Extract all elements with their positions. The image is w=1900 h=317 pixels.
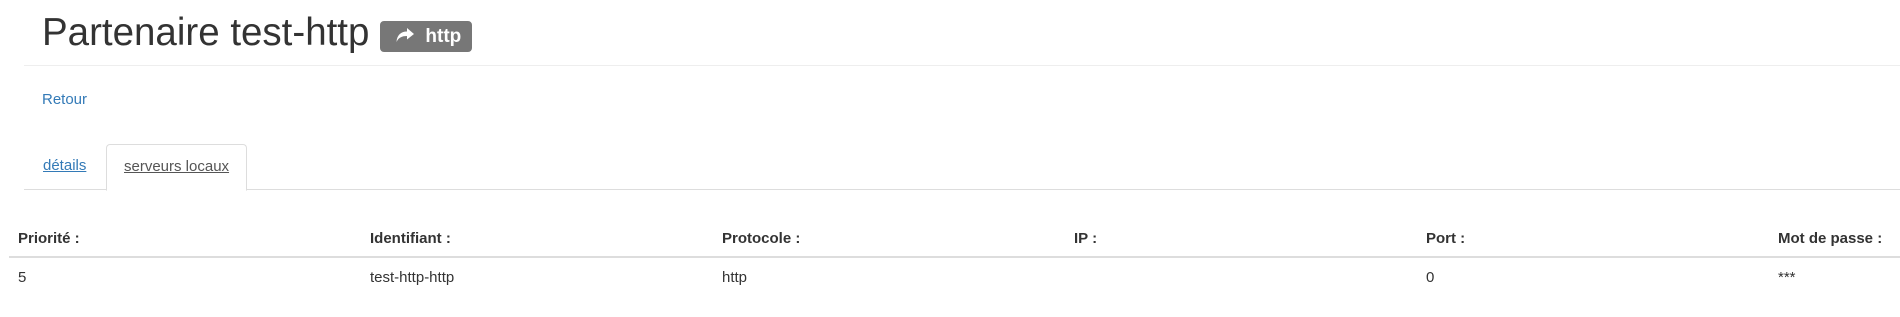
column-header-protocol: Protocole : xyxy=(713,220,1065,258)
tab-local-servers[interactable]: serveurs locaux xyxy=(106,144,248,191)
tab-bar: détails serveurs locaux xyxy=(24,144,1900,191)
cell-password: *** xyxy=(1778,269,1796,286)
page-title: Partenaire test-http http xyxy=(42,8,473,58)
column-header-ip: IP : xyxy=(1065,220,1417,258)
back-link[interactable]: Retour xyxy=(42,90,87,110)
column-header-priority: Priorité : xyxy=(9,220,361,258)
table-row: 5 test-http-http http 0 *** xyxy=(9,257,1900,297)
tab-details[interactable]: détails xyxy=(26,144,103,190)
column-header-port: Port : xyxy=(1417,220,1769,258)
page-title-text: Partenaire test-http xyxy=(42,11,370,54)
cell-identifier: test-http-http xyxy=(370,269,455,286)
column-header-password: Mot de passe : xyxy=(1769,220,1900,258)
cell-priority: 5 xyxy=(18,269,27,286)
protocol-badge: http xyxy=(380,20,473,52)
local-servers-table: Priorité : Identifiant : Protocole : IP … xyxy=(9,220,1900,297)
column-header-identifier: Identifiant : xyxy=(361,220,713,258)
cell-port: 0 xyxy=(1426,269,1435,286)
cell-protocol: http xyxy=(722,269,748,286)
table-header-row: Priorité : Identifiant : Protocole : IP … xyxy=(9,220,1900,258)
share-arrow-icon xyxy=(395,27,415,45)
cell-ip xyxy=(1065,257,1417,297)
page-header: Partenaire test-http http xyxy=(24,0,1900,66)
protocol-badge-label: http xyxy=(425,25,462,47)
